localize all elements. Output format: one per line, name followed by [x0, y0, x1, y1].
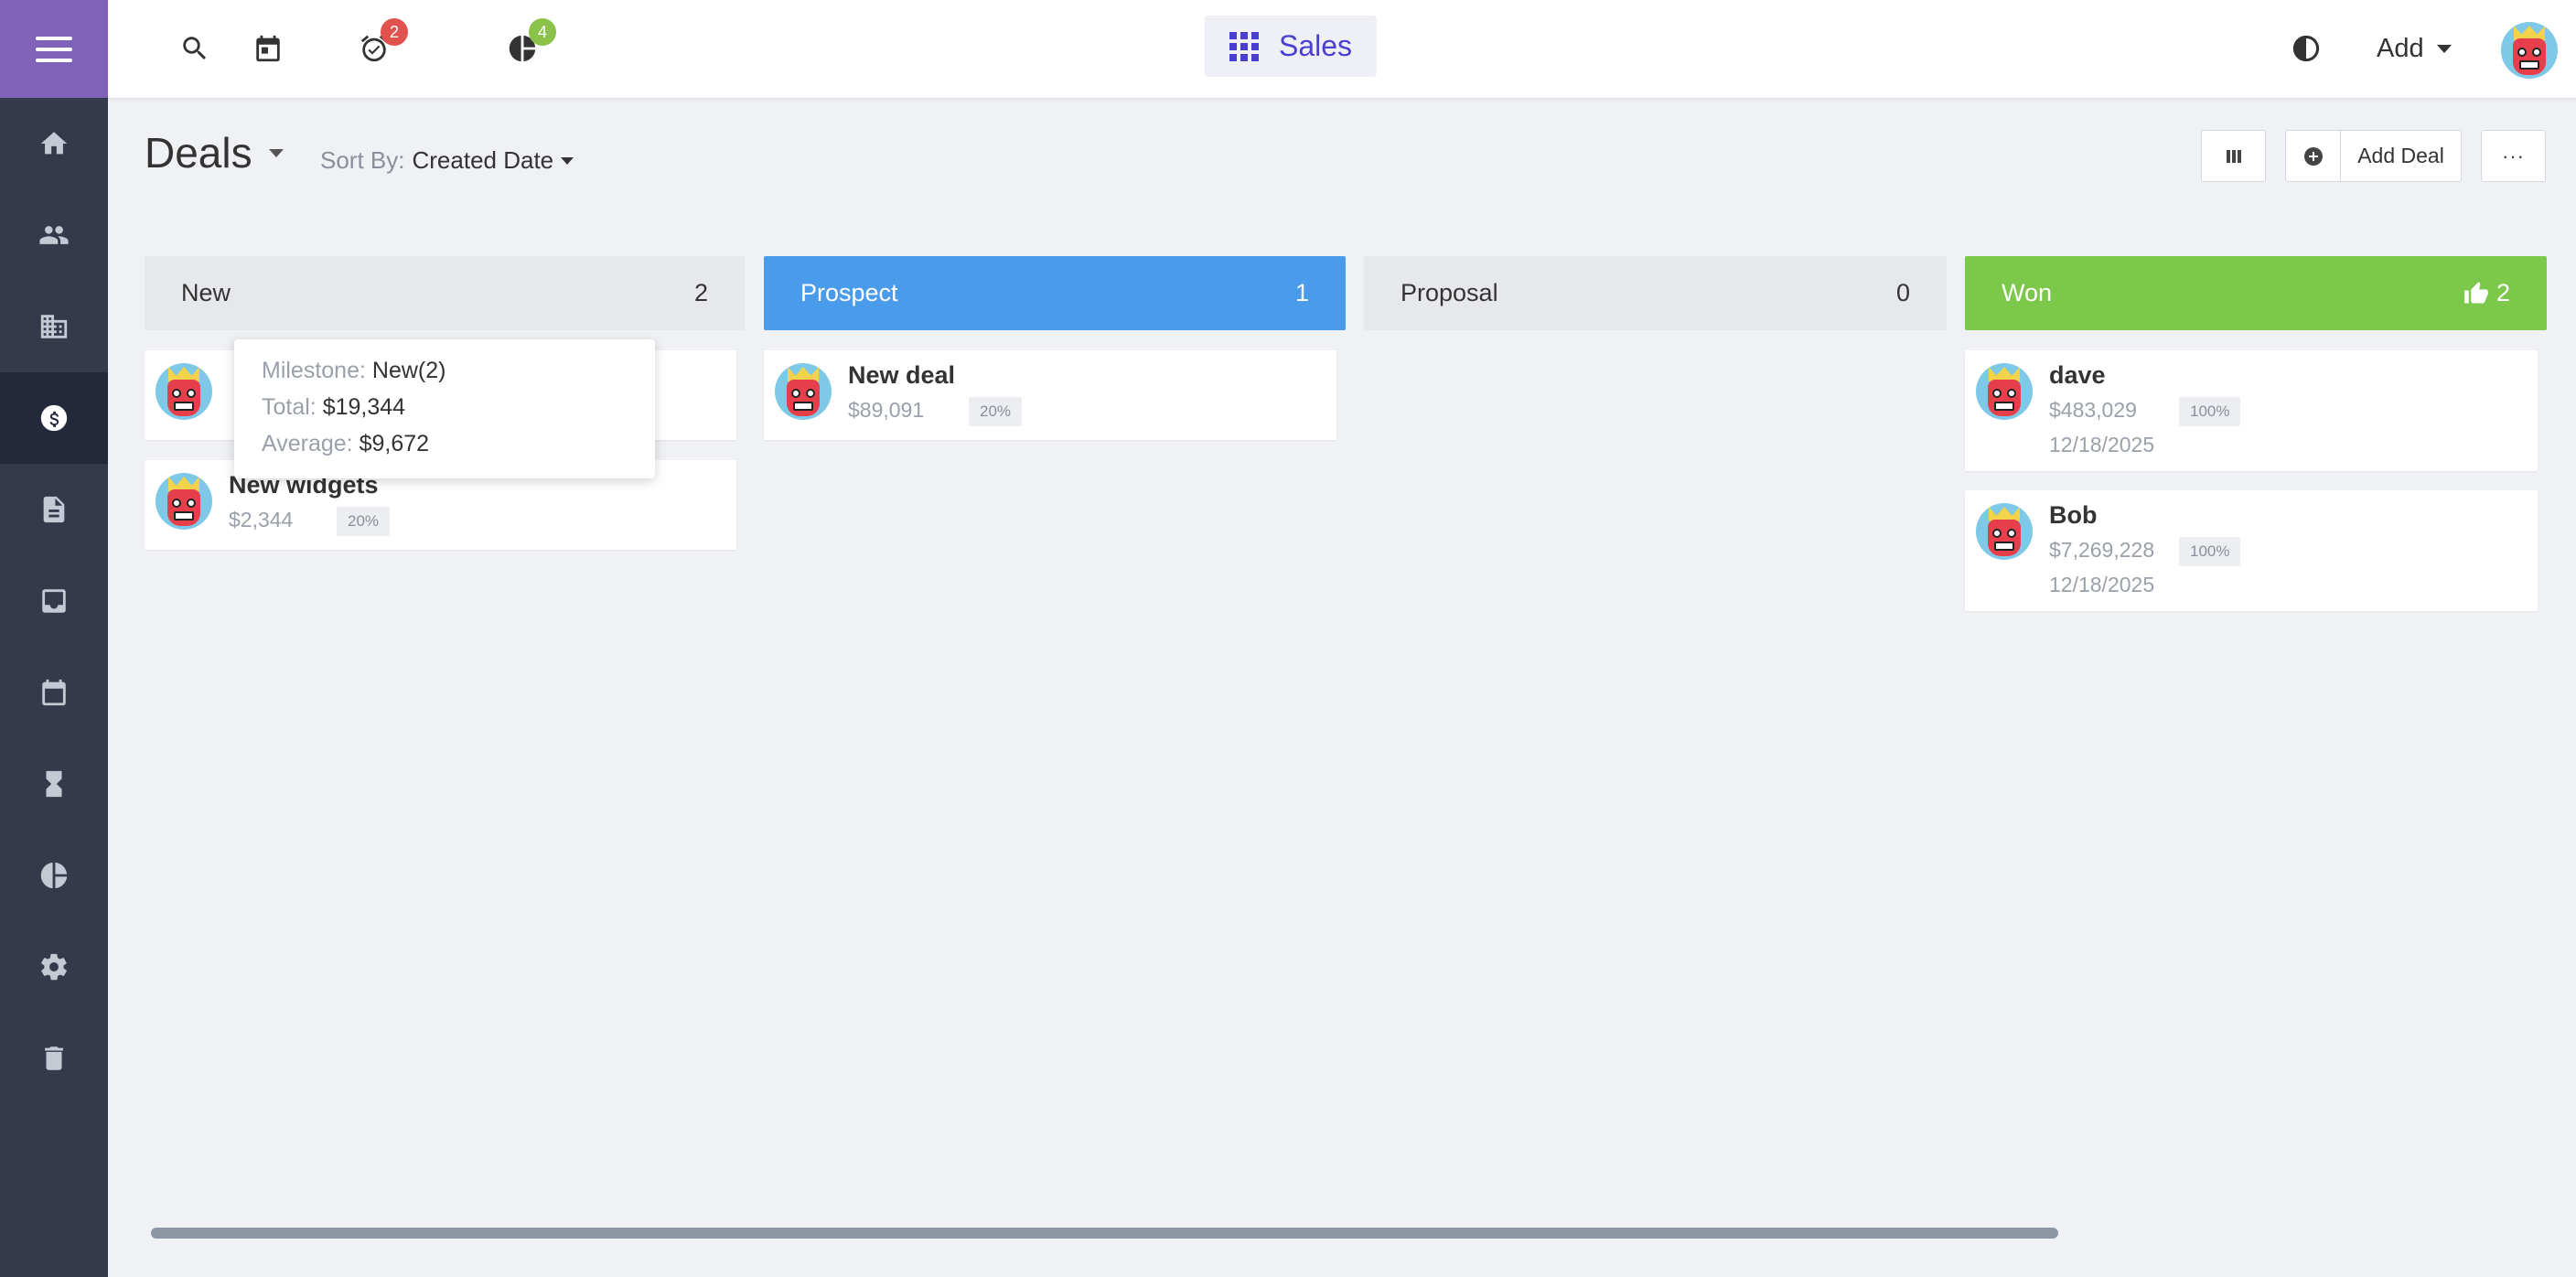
avatar: [1976, 503, 2033, 560]
deal-card[interactable]: Bob $7,269,228 100% 12/18/2025: [1965, 490, 2538, 611]
menu-toggle-button[interactable]: [0, 0, 108, 98]
search-icon: [183, 37, 207, 60]
search-button[interactable]: [174, 27, 216, 70]
tooltip-total-row: Total: $19,344: [262, 394, 406, 420]
tasks-button[interactable]: 2: [353, 18, 408, 70]
avatar: [1976, 363, 2033, 420]
trash-icon: [45, 1046, 63, 1070]
add-deal-label: Add Deal: [2357, 144, 2444, 167]
column-name: Proposal: [1401, 279, 1498, 306]
thumbs-up-icon: [2464, 281, 2488, 303]
probability-badge: 100%: [2179, 397, 2241, 426]
deals-icon: [40, 404, 68, 432]
top-bar: 2 4 Sales Add: [108, 0, 2576, 98]
deal-title: New deal: [848, 361, 956, 389]
deal-card[interactable]: New deal $89,091 20%: [764, 350, 1336, 440]
sidebar-item-settings[interactable]: [0, 921, 108, 1013]
tasks-count-badge: 2: [381, 18, 408, 46]
apps-grid-icon: [1229, 31, 1259, 61]
avatar: [2501, 22, 2558, 79]
documents-icon: [43, 496, 65, 523]
app-switcher-button[interactable]: Sales: [1205, 16, 1377, 77]
column-name: Prospect: [800, 279, 898, 306]
add-circle-icon: [2303, 146, 2323, 166]
app-name: Sales: [1278, 29, 1353, 62]
column-header-proposal: Proposal 0: [1364, 256, 1947, 330]
sidebar-item-companies[interactable]: [0, 281, 108, 372]
deal-amount: $7,269,228: [2049, 538, 2155, 562]
sidebar-item-calendar[interactable]: [0, 647, 108, 738]
more-icon: ···: [2502, 144, 2525, 167]
sort-dropdown[interactable]: Sort By: Created Date: [320, 146, 574, 175]
inbox-icon: [42, 589, 66, 613]
chevron-down-icon: [561, 156, 574, 165]
sidebar: [0, 0, 108, 1277]
chevron-down-icon: [2436, 44, 2452, 53]
column-name: Won: [2002, 279, 2053, 306]
calendar-icon: [256, 35, 280, 62]
contrast-icon: [2292, 35, 2320, 62]
probability-badge: 20%: [337, 507, 391, 536]
hourglass-icon: [46, 770, 62, 798]
sidebar-item-documents[interactable]: [0, 464, 108, 555]
tooltip-average-row: Average: $9,672: [262, 431, 430, 456]
theme-toggle-button[interactable]: [2285, 27, 2327, 70]
calendar-button[interactable]: [247, 27, 289, 70]
sidebar-item-contacts[interactable]: [0, 189, 108, 281]
add-menu-button[interactable]: Add: [2377, 27, 2452, 70]
columns-view-icon: [2226, 149, 2241, 163]
deal-title: Bob: [2049, 501, 2098, 529]
column-count: 0: [1895, 279, 1910, 306]
milestone-tooltip: Milestone: New(2) Total: $19,344 Average…: [234, 339, 655, 478]
column-header-prospect: Prospect 1: [764, 256, 1346, 330]
sidebar-item-reports[interactable]: [0, 830, 108, 921]
page-title-dropdown[interactable]: Deals: [145, 128, 284, 177]
sidebar-item-trash[interactable]: [0, 1013, 108, 1104]
add-deal-button[interactable]: Add Deal: [2285, 130, 2462, 182]
column-count: 1: [1294, 279, 1309, 306]
sort-value: Created Date: [412, 146, 554, 174]
probability-badge: 20%: [969, 397, 1023, 426]
deal-card[interactable]: dave $483,029 100% 12/18/2025: [1965, 350, 2538, 471]
hamburger-icon: [36, 36, 72, 62]
add-label: Add: [2377, 33, 2424, 63]
settings-icon: [41, 953, 67, 981]
deal-date: 12/18/2025: [2049, 573, 2155, 596]
sidebar-item-home[interactable]: [0, 98, 108, 189]
column-count: 2: [693, 279, 708, 306]
reports-button[interactable]: 4: [501, 18, 556, 70]
column-header-new: New 2: [145, 256, 745, 330]
page-title: Deals: [145, 129, 252, 177]
chevron-down-icon: [268, 148, 284, 157]
column-header-won: Won 2: [1965, 256, 2547, 330]
sidebar-item-timer[interactable]: [0, 738, 108, 830]
deal-amount: $2,344: [229, 508, 294, 531]
column-name: New: [181, 279, 231, 306]
home-icon: [40, 132, 68, 155]
deal-amount: $483,029: [2049, 398, 2137, 422]
avatar: [156, 473, 212, 530]
deal-amount: $89,091: [848, 398, 925, 422]
deal-date: 12/18/2025: [2049, 433, 2155, 456]
reports-count-badge: 4: [529, 18, 556, 46]
reports-icon: [40, 862, 68, 889]
horizontal-scrollbar[interactable]: [151, 1228, 2058, 1239]
probability-badge: 100%: [2179, 537, 2241, 566]
board-view-button[interactable]: [2201, 130, 2266, 182]
deal-title: dave: [2049, 361, 2106, 389]
avatar: [775, 363, 832, 420]
calendar-icon: [42, 679, 66, 706]
tooltip-milestone-row: Milestone: New(2): [262, 358, 446, 383]
company-icon: [40, 315, 68, 338]
column-count: 2: [2463, 279, 2510, 307]
contacts-icon: [39, 226, 69, 244]
user-avatar-button[interactable]: [2501, 22, 2558, 79]
more-options-button[interactable]: ···: [2481, 130, 2546, 182]
avatar: [156, 363, 212, 420]
sort-label: Sort By:: [320, 146, 405, 174]
sidebar-item-deals[interactable]: [0, 372, 108, 464]
sidebar-item-inbox[interactable]: [0, 555, 108, 647]
